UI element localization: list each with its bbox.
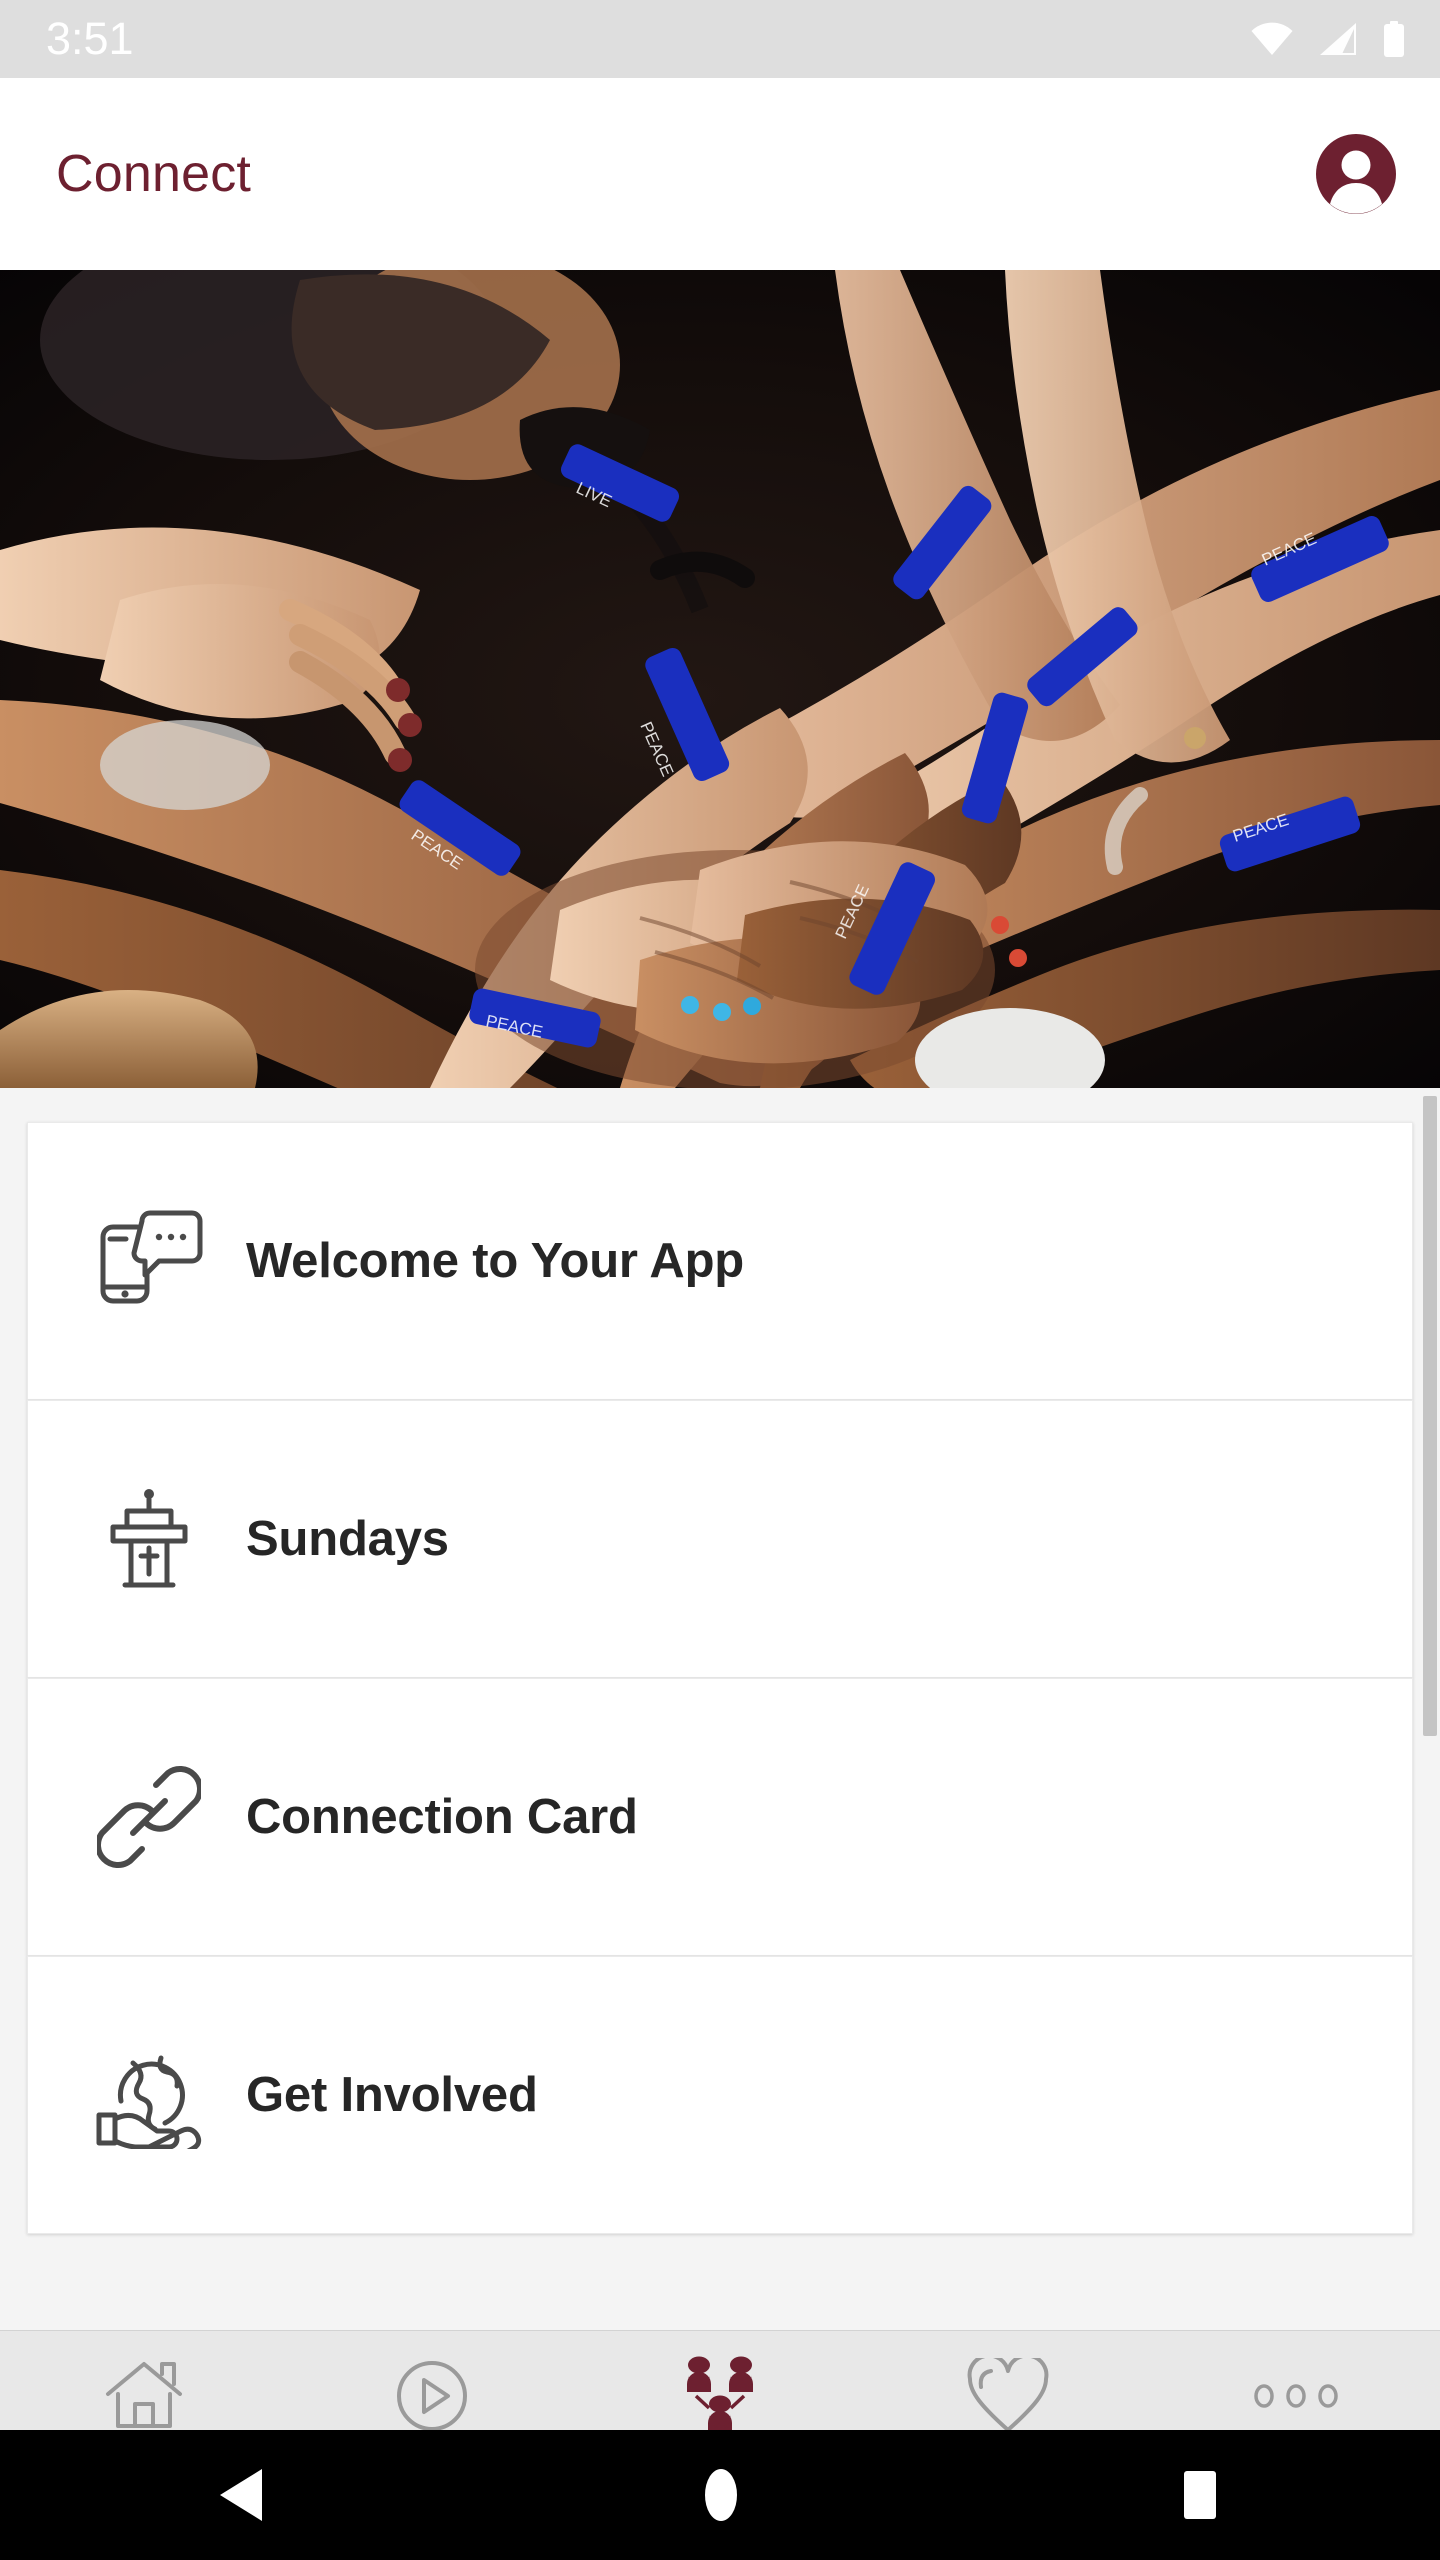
hero-image: LIVE PEACE PEACE PEACE PEACE PEACE PEACE (0, 270, 1440, 1088)
list-item[interactable]: Welcome to Your App (27, 1122, 1413, 1400)
home-icon (104, 2353, 184, 2439)
status-bar-clock: 3:51 (46, 15, 134, 63)
back-triangle-icon[interactable] (214, 2467, 268, 2523)
page-title: Connect (56, 144, 251, 204)
list-item-label: Get Involved (246, 2067, 538, 2123)
app-header: Connect (0, 78, 1440, 270)
list-scrollbar-thumb[interactable] (1423, 1096, 1437, 1736)
status-bar-icons (1250, 21, 1406, 57)
list-item[interactable]: Sundays (27, 1400, 1413, 1678)
status-bar: 3:51 (0, 0, 1440, 78)
chain-link-icon (74, 1762, 224, 1872)
battery-icon (1382, 21, 1406, 57)
list-item-label: Welcome to Your App (246, 1233, 744, 1289)
list-scrollbar[interactable] (1422, 1088, 1440, 2330)
three-dots-icon (1253, 2353, 1339, 2439)
list-item-label: Connection Card (246, 1789, 638, 1845)
list-item[interactable]: Connection Card (27, 1678, 1413, 1956)
cellular-signal-icon (1318, 22, 1358, 56)
recents-square-icon[interactable] (1174, 2467, 1226, 2523)
play-circle-icon (395, 2353, 469, 2439)
wifi-icon (1250, 22, 1294, 56)
account-avatar-icon[interactable] (1316, 134, 1396, 214)
hand-holding-globe-icon (74, 2040, 224, 2150)
android-navigation-bar[interactable] (0, 2430, 1440, 2560)
connect-list[interactable]: Welcome to Your App Sundays (0, 1088, 1440, 2330)
people-group-icon (677, 2353, 763, 2439)
home-circle-icon[interactable] (696, 2467, 746, 2523)
pulpit-cross-icon (74, 1484, 224, 1594)
phone-chat-bubble-icon (74, 1206, 224, 1316)
list-item-label: Sundays (246, 1511, 449, 1567)
heart-icon (967, 2353, 1049, 2439)
list-item[interactable]: Get Involved (27, 1956, 1413, 2234)
